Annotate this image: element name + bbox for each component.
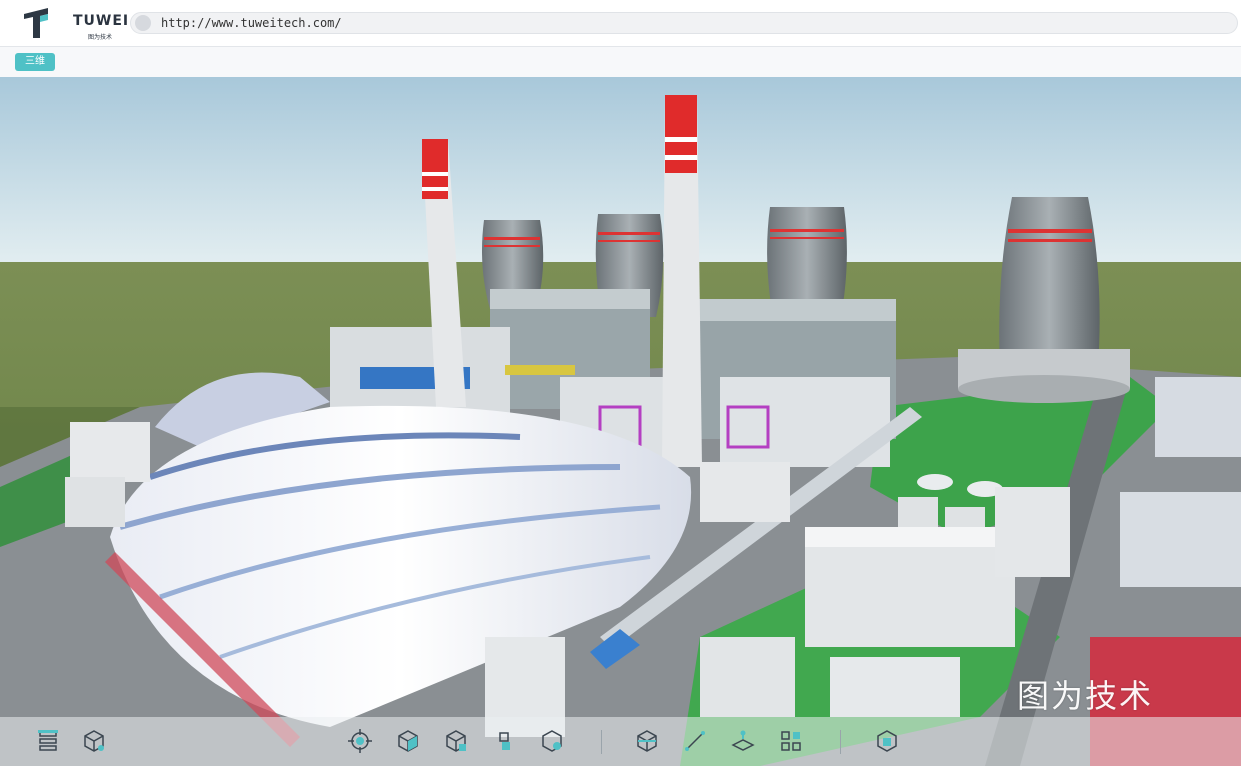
mode-bar: 三维 [0,47,1241,77]
cube-measure-icon[interactable] [442,727,470,755]
reload-icon[interactable] [135,15,151,31]
3d-mode-button[interactable]: 三维 [15,53,55,71]
cube-split-icon[interactable] [538,727,566,755]
office-building-right[interactable] [1120,492,1241,587]
block-building-bottom-2[interactable] [700,637,795,717]
3d-viewport[interactable]: 图为技术 [0,77,1241,766]
app-header: TUWEI 图为技术 http://www.tuweitech.com/ [0,0,1241,47]
conveyor-yellow [505,365,575,375]
address-bar[interactable]: http://www.tuweitech.com/ [130,12,1238,34]
office-building-far-right[interactable] [1155,377,1241,457]
block-building-left[interactable] [70,422,150,482]
tuwei-logo[interactable]: TUWEI 图为技术 [22,5,128,41]
logo-text: TUWEI [73,13,130,29]
cube-solid-icon[interactable] [394,727,422,755]
block-building-mid[interactable] [700,462,790,522]
turbine-hall-2-roof [696,299,896,321]
chimney-right[interactable] [662,95,702,467]
power-plant-scene[interactable] [0,77,1241,766]
tuwei-logo-icon [24,8,48,38]
section-box-icon[interactable] [633,727,661,755]
cube-info-icon[interactable] [80,727,108,755]
url-text[interactable]: http://www.tuweitech.com/ [161,16,342,30]
watermark-text: 图为技术 [1017,677,1154,715]
turbine-hall-1-roof [490,289,650,309]
component-tree-icon[interactable] [777,727,805,755]
hall-right-tall[interactable] [995,487,1070,577]
cube-explode-icon[interactable] [490,727,518,755]
locate-target-icon[interactable] [346,727,374,755]
toolbar-separator [840,730,841,754]
toolbar-separator [601,730,602,754]
warehouse-right-roof [805,527,1015,547]
block-building-bottom-3[interactable] [830,657,960,717]
logo-subtitle: 图为技术 [88,35,113,41]
layers-icon[interactable] [34,727,62,755]
measure-line-icon[interactable] [681,727,709,755]
block-building-left-2[interactable] [65,477,125,527]
bottom-toolbar [0,717,1241,766]
reset-view-icon[interactable] [873,727,901,755]
floor-plane-icon[interactable] [729,727,757,755]
